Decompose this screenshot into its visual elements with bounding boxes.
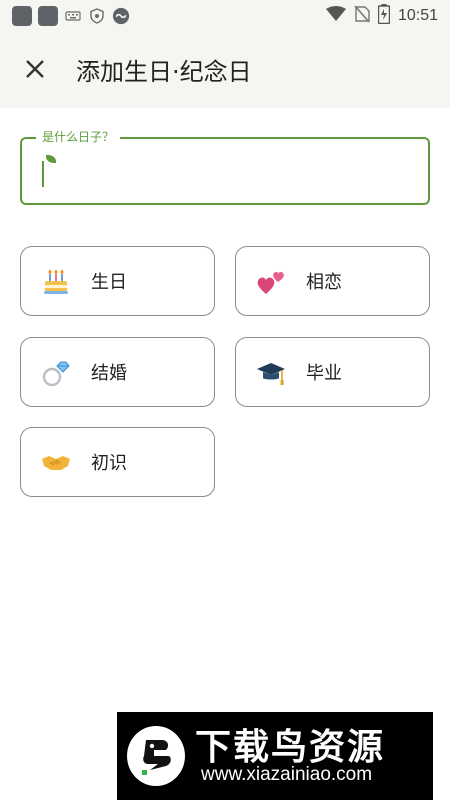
chip-label: 毕业	[306, 363, 342, 384]
battery-icon	[377, 4, 391, 28]
page-title: 添加生日·纪念日	[76, 58, 252, 86]
chip-label: 相恋	[306, 272, 342, 293]
chip-label: 初识	[91, 453, 127, 474]
chip-birthday[interactable]: 生日	[20, 246, 215, 316]
close-button[interactable]	[18, 52, 52, 86]
chip-first-meet[interactable]: 初识	[20, 427, 215, 497]
watermark-url: www.xiazainiao.com	[201, 764, 373, 785]
wifi-icon	[325, 6, 346, 26]
watermark-title: 下载鸟资源	[195, 727, 386, 768]
no-sim-icon	[354, 5, 370, 27]
bird-logo-icon	[127, 726, 185, 786]
chip-wedding[interactable]: 结婚	[20, 337, 215, 407]
status-bar-right: 10:51	[325, 4, 438, 28]
birthday-cake-icon	[41, 266, 71, 296]
chip-love[interactable]: 相恋	[235, 246, 430, 316]
shield-icon	[88, 7, 106, 25]
status-bar-left	[12, 6, 130, 26]
app-icon	[12, 6, 32, 26]
occasion-name-field[interactable]: 是什么日子？	[20, 129, 430, 205]
status-bar: 10:51	[0, 0, 450, 32]
two-hearts-icon	[256, 266, 286, 296]
close-icon	[26, 60, 44, 78]
occasion-name-label: 是什么日子？	[36, 129, 121, 145]
chip-graduation[interactable]: 毕业	[235, 337, 430, 407]
cloud-icon	[112, 7, 130, 25]
watermark-banner: 下载鸟资源 www.xiazainiao.com	[117, 712, 433, 800]
ring-icon	[41, 357, 71, 387]
occasion-name-input[interactable]	[36, 155, 410, 189]
chip-label: 生日	[91, 272, 127, 293]
app-icon	[38, 6, 58, 26]
graduation-cap-icon	[256, 357, 286, 387]
keyboard-icon	[64, 7, 82, 25]
chip-label: 结婚	[91, 363, 127, 384]
handshake-icon	[41, 447, 71, 477]
app-bar: 添加生日·纪念日	[0, 32, 450, 108]
status-time: 10:51	[397, 7, 438, 24]
